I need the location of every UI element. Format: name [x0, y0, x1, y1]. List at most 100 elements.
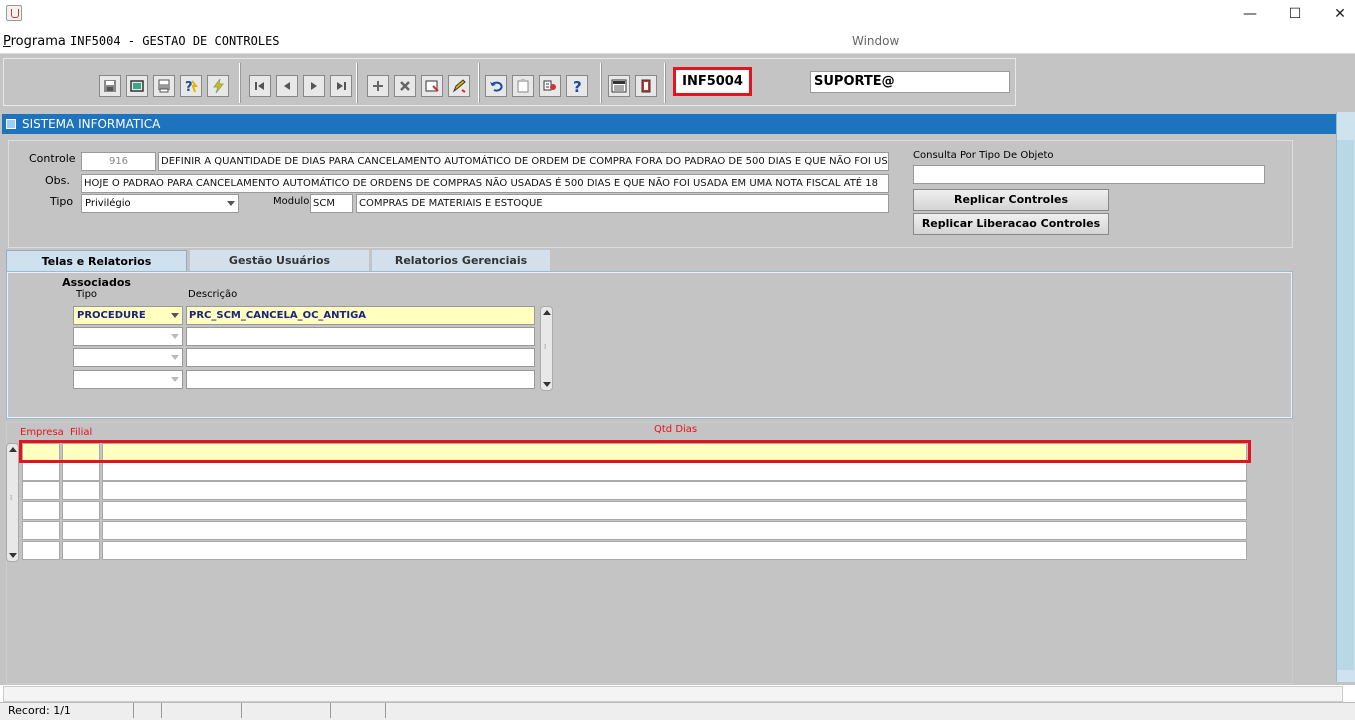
edit-icon[interactable]: [448, 75, 470, 97]
replicar-controles-button[interactable]: Replicar Controles: [913, 189, 1109, 211]
panel-title-text: SISTEMA INFORMATICA: [22, 117, 161, 131]
detail-row-4-empresa[interactable]: [22, 501, 60, 520]
user-field: SUPORTE@: [810, 71, 1010, 93]
detail-row-5-filial[interactable]: [62, 521, 100, 540]
chevron-down-icon: [227, 201, 235, 206]
tipo-label: Tipo: [50, 195, 74, 208]
form-code-badge: INF5004: [673, 67, 752, 96]
controle-description-field[interactable]: DEFINIR A QUANTIDADE DE DIAS PARA CANCEL…: [158, 152, 889, 171]
svg-text:?: ?: [573, 78, 582, 94]
assoc-row-1-tipo[interactable]: PROCEDURE: [73, 306, 183, 325]
consulta-label: Consulta Por Tipo De Objeto: [913, 150, 1054, 161]
detail-row-2-empresa[interactable]: [22, 462, 60, 481]
menu-bar: Programa INF5004 - GESTAO DE CONTROLES W…: [0, 28, 1355, 54]
modulo-code-field[interactable]: SCM: [310, 194, 353, 213]
svg-text:?: ?: [185, 80, 193, 94]
detail-row-2-filial[interactable]: [62, 462, 100, 481]
detail-row-5-empresa[interactable]: [22, 521, 60, 540]
tab-relatorios-gerenciais[interactable]: Relatorios Gerenciais: [372, 250, 550, 271]
scroll-down-icon[interactable]: [543, 382, 551, 387]
detail-row-6-filial[interactable]: [62, 541, 100, 560]
col-descricao-header: Descrição: [188, 289, 238, 300]
panel-icon: [6, 119, 16, 129]
detail-row-6-empresa[interactable]: [22, 541, 60, 560]
first-record-icon[interactable]: [249, 75, 271, 97]
detail-scrollbar[interactable]: ⁞: [6, 443, 19, 562]
assoc-row-2-descricao[interactable]: [186, 327, 535, 346]
obs-label: Obs.: [45, 174, 70, 187]
scroll-down-icon[interactable]: [9, 553, 17, 558]
next-record-icon[interactable]: [303, 75, 325, 97]
message-line: [3, 686, 1343, 702]
scroll-up-icon[interactable]: [9, 447, 17, 452]
status-divider: [161, 703, 162, 718]
col-qtd-dias-header: Qtd Dias: [654, 424, 698, 435]
controle-code-field[interactable]: 916: [81, 152, 156, 171]
assoc-scrollbar[interactable]: ⁞: [540, 306, 553, 391]
detail-row-3-qtd-dias[interactable]: [102, 481, 1247, 500]
toolbar-group-edit: ?: [483, 63, 601, 103]
minimize-icon[interactable]: —: [1240, 4, 1260, 24]
assoc-row-4-descricao[interactable]: [186, 370, 535, 389]
close-icon[interactable]: ✕: [1330, 4, 1350, 24]
toolbar-group-file: ?: [92, 63, 240, 103]
menu-window[interactable]: Window: [852, 34, 899, 48]
assoc-row-4-tipo[interactable]: [73, 370, 183, 389]
tipo-select[interactable]: Privilégio: [81, 194, 239, 213]
assoc-row-3-descricao[interactable]: [186, 348, 535, 367]
form-title: INF5004 - GESTAO DE CONTROLES: [70, 34, 280, 48]
detail-row-6-qtd-dias[interactable]: [102, 541, 1247, 560]
tab-telas-relatorios[interactable]: Telas e Relatorios Associados: [6, 250, 187, 289]
window-icon[interactable]: [126, 75, 148, 97]
chevron-down-icon: [171, 313, 179, 318]
chevron-down-icon: [171, 334, 179, 339]
scrollbar-thumb[interactable]: [1337, 140, 1354, 670]
detail-row-4-qtd-dias[interactable]: [102, 501, 1247, 520]
last-record-icon[interactable]: [330, 75, 352, 97]
execute-icon[interactable]: [207, 75, 229, 97]
help-icon[interactable]: ?: [566, 75, 588, 97]
detail-row-3-empresa[interactable]: [22, 481, 60, 500]
detail-row-4-filial[interactable]: [62, 501, 100, 520]
print-icon[interactable]: [153, 75, 175, 97]
obs-field[interactable]: HOJE O PADRAO PARA CANCELAMENTO AUTOMÁTI…: [81, 174, 889, 193]
clipboard-icon[interactable]: [512, 75, 534, 97]
delete-icon[interactable]: [394, 75, 416, 97]
toolbar-group-nav: [244, 63, 357, 103]
col-filial-header: Filial: [70, 427, 93, 438]
menu-programa[interactable]: Programa: [3, 34, 66, 49]
undo-icon[interactable]: [485, 75, 507, 97]
replicar-liberacao-button[interactable]: Replicar Liberacao Controles: [913, 213, 1109, 235]
toolbar-group-record: [361, 63, 479, 103]
col-tipo-header: Tipo: [76, 289, 98, 300]
assoc-row-1-tipo-value: PROCEDURE: [77, 310, 146, 321]
prev-record-icon[interactable]: [276, 75, 298, 97]
highlighted-row-marker: [19, 440, 1251, 463]
modulo-description-field[interactable]: COMPRAS DE MATERIAIS E ESTOQUE: [356, 194, 889, 213]
detail-row-5-qtd-dias[interactable]: [102, 521, 1247, 540]
status-divider: [133, 703, 134, 718]
assoc-row-2-tipo[interactable]: [73, 327, 183, 346]
tipo-select-value: Privilégio: [85, 198, 131, 209]
tab-gestao-usuarios[interactable]: Gestão Usuários: [190, 250, 369, 271]
detail-row-3-filial[interactable]: [62, 481, 100, 500]
assoc-row-1-descricao[interactable]: PRC_SCM_CANCELA_OC_ANTIGA: [186, 306, 535, 325]
options-icon[interactable]: [539, 75, 561, 97]
save-icon[interactable]: [99, 75, 121, 97]
modulo-label: Modulo: [273, 196, 310, 207]
help-query-icon[interactable]: ?: [180, 75, 202, 97]
status-bar: [0, 702, 1355, 720]
consulta-field[interactable]: [913, 165, 1265, 184]
insert-icon[interactable]: [367, 75, 389, 97]
clear-icon[interactable]: [421, 75, 443, 97]
assoc-row-3-tipo[interactable]: [73, 348, 183, 367]
maximize-icon[interactable]: ☐: [1285, 4, 1305, 24]
status-divider: [330, 703, 331, 718]
exit-icon[interactable]: [635, 75, 657, 97]
menu-icon[interactable]: [608, 75, 630, 97]
grip-icon: ⁞: [10, 494, 13, 502]
status-divider: [241, 703, 242, 718]
panel-title: SISTEMA INFORMATICA: [2, 114, 1336, 134]
scroll-up-icon[interactable]: [543, 310, 551, 315]
detail-row-2-qtd-dias[interactable]: [102, 462, 1247, 481]
